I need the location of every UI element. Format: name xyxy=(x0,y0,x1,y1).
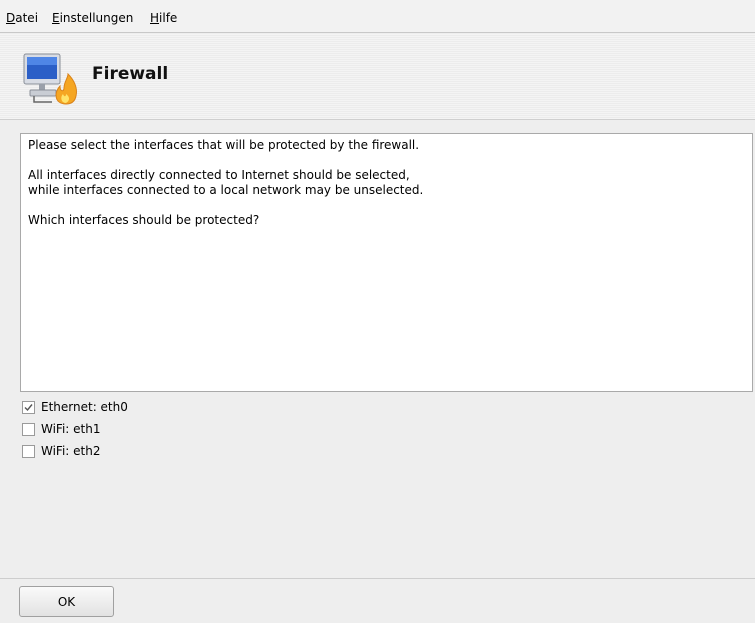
interface-eth2-row[interactable]: WiFi: eth2 xyxy=(20,440,128,462)
checkmark-icon xyxy=(24,403,33,411)
description-line-3: while interfaces connected to a local ne… xyxy=(28,183,424,197)
menu-bar: Datei Einstellungen Hilfe xyxy=(0,0,755,33)
interface-eth2-label: WiFi: eth2 xyxy=(41,444,101,458)
menu-einstellungen-label: instellungen xyxy=(59,11,134,25)
menu-datei-mnemonic: D xyxy=(6,11,16,25)
page-title: Firewall xyxy=(92,64,169,84)
interface-eth0-label: Ethernet: eth0 xyxy=(41,400,128,414)
description-line-2: All interfaces directly connected to Int… xyxy=(28,168,410,182)
menu-hilfe-mnemonic: H xyxy=(150,11,160,25)
menu-datei-label: atei xyxy=(15,11,39,25)
description-line-1: Please select the interfaces that will b… xyxy=(28,138,420,152)
button-separator xyxy=(0,578,755,579)
menu-datei[interactable]: Datei xyxy=(6,11,38,25)
ok-button[interactable]: OK xyxy=(19,586,114,617)
interface-eth0-checkbox[interactable] xyxy=(22,400,35,414)
interface-eth0-row[interactable]: Ethernet: eth0 xyxy=(20,396,128,418)
description-question: Which interfaces should be protected? xyxy=(28,213,260,227)
interface-checklist: Ethernet: eth0 WiFi: eth1 WiFi: eth2 xyxy=(20,396,128,462)
description-text-area: Please select the interfaces that will b… xyxy=(20,133,753,392)
interface-eth1-label: WiFi: eth1 xyxy=(41,422,101,436)
header-banner: Firewall xyxy=(0,34,755,120)
menu-hilfe[interactable]: Hilfe xyxy=(150,11,177,25)
menu-hilfe-label: ilfe xyxy=(159,11,178,25)
interface-eth2-checkbox[interactable] xyxy=(22,444,35,458)
computer-with-flame-icon xyxy=(22,52,78,106)
menu-einstellungen-mnemonic: E xyxy=(52,11,60,25)
interface-eth1-checkbox[interactable] xyxy=(22,422,35,436)
menu-einstellungen[interactable]: Einstellungen xyxy=(52,11,133,25)
interface-eth1-row[interactable]: WiFi: eth1 xyxy=(20,418,128,440)
